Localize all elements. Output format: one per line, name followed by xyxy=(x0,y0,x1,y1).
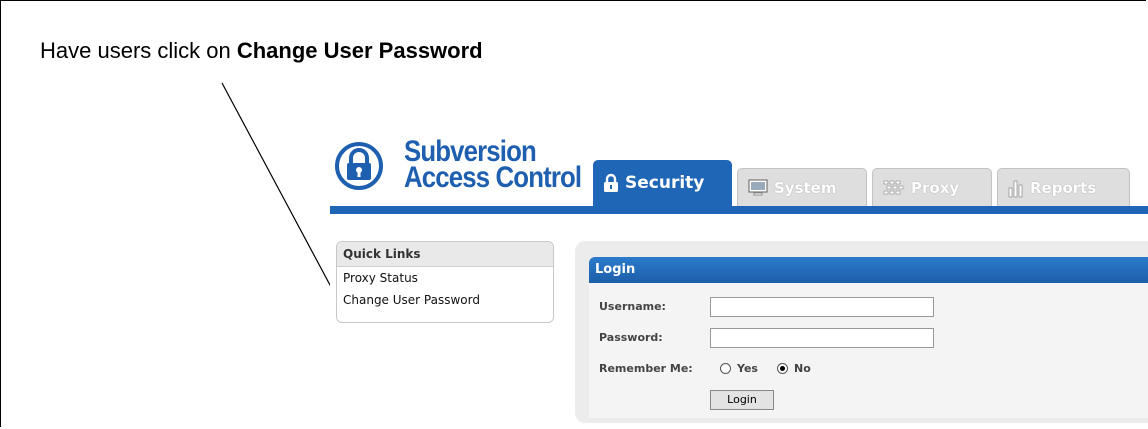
password-input[interactable] xyxy=(710,328,934,348)
quick-link-proxy-status[interactable]: Proxy Status xyxy=(337,267,553,289)
brand-line-2: Access Control xyxy=(404,161,582,194)
remember-no-label: No xyxy=(794,362,811,375)
monitor-icon xyxy=(748,178,768,198)
password-label: Password: xyxy=(599,331,663,344)
brand-name: Subversion Access Control xyxy=(404,137,582,194)
tab-system[interactable]: System xyxy=(737,168,867,206)
remember-yes-radio[interactable] xyxy=(720,363,731,374)
tab-security[interactable]: Security xyxy=(593,160,732,206)
tab-reports[interactable]: Reports xyxy=(997,168,1130,206)
tab-security-label: Security xyxy=(625,173,705,193)
quick-links-title: Quick Links xyxy=(337,242,553,267)
login-button[interactable]: Login xyxy=(710,390,774,410)
remember-no-radio[interactable] xyxy=(777,363,788,374)
tab-reports-label: Reports xyxy=(1030,178,1097,197)
quick-links-panel: Quick Links Proxy Status Change User Pas… xyxy=(336,241,554,323)
bar-chart-icon xyxy=(1008,178,1024,198)
padlock-logo-icon xyxy=(335,142,383,190)
tab-system-label: System xyxy=(774,178,837,197)
network-icon xyxy=(883,179,905,197)
remember-me-label: Remember Me: xyxy=(599,362,693,375)
remember-yes-label: Yes xyxy=(737,362,758,375)
login-title: Login xyxy=(589,257,1148,283)
nav-underline-bar xyxy=(330,206,1148,214)
username-input[interactable] xyxy=(710,297,934,317)
tab-proxy-label: Proxy xyxy=(911,178,960,197)
tab-proxy[interactable]: Proxy xyxy=(872,168,992,206)
lock-icon xyxy=(603,173,619,193)
quick-link-change-user-password[interactable]: Change User Password xyxy=(337,289,553,311)
username-label: Username: xyxy=(599,300,666,313)
